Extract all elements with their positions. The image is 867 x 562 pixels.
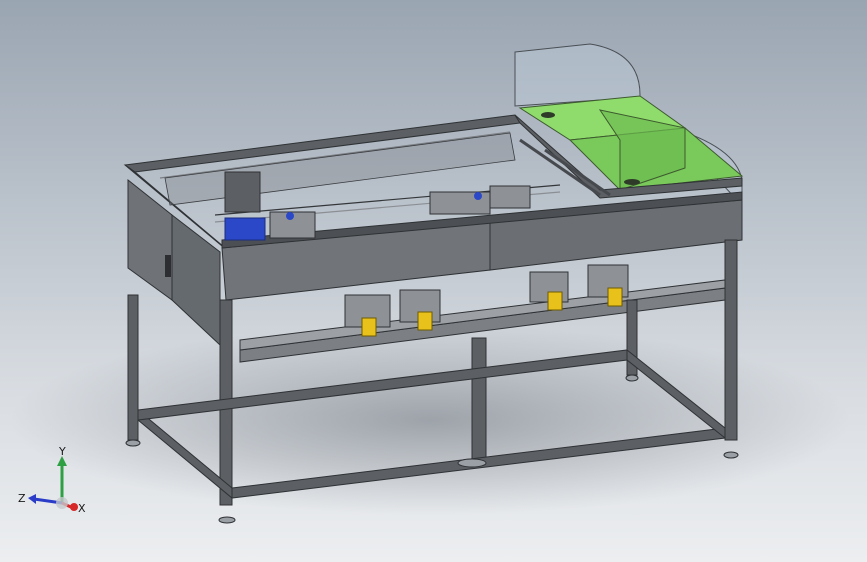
graphics-viewport[interactable]: Y Z X <box>0 0 867 562</box>
triad-x-sphere-icon <box>70 503 78 511</box>
model-view[interactable]: Y Z X <box>0 0 867 562</box>
triad-x-label: X <box>78 502 86 515</box>
triad-z-arrow-icon <box>28 494 36 504</box>
triad-y-label: Y <box>58 445 66 458</box>
triad-z-label: Z <box>18 492 26 505</box>
triad-origin-sphere <box>56 497 68 509</box>
